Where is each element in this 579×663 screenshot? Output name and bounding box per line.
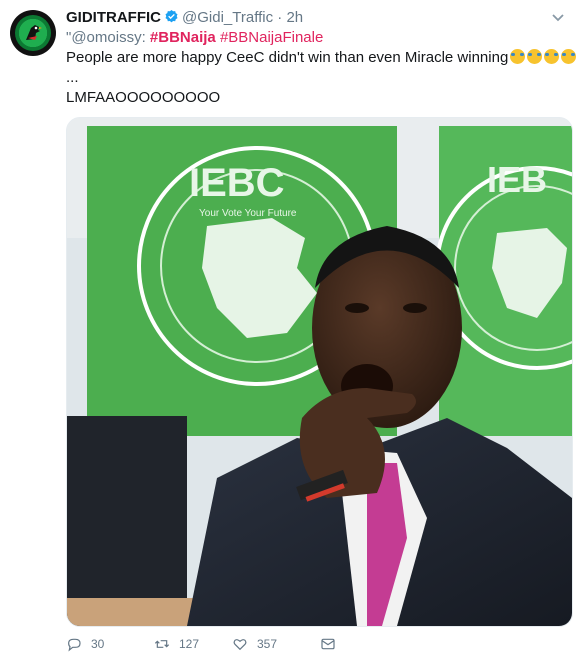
quote-line: "@omoissy: #BBNaija #BBNaijaFinale bbox=[66, 28, 566, 48]
hashtag-bbnaijafinale[interactable]: #BBNaijaFinale bbox=[220, 29, 323, 46]
author-name[interactable]: GIDITRAFFIC bbox=[66, 9, 161, 26]
last-line: LMFAAOOOOOOOOO bbox=[66, 89, 221, 106]
iebc-sign-text: IEBC bbox=[189, 161, 285, 205]
tweet: GIDITRAFFIC @Gidi_Traffic · 2h "@omoissy:… bbox=[0, 0, 579, 663]
like-count: 357 bbox=[257, 637, 278, 651]
envelope-icon bbox=[321, 638, 335, 650]
iebc-sign-subtext: Your Vote Your Future bbox=[199, 208, 297, 219]
reply-button[interactable]: 30 bbox=[66, 636, 154, 652]
direct-message-button[interactable] bbox=[320, 636, 345, 652]
verified-badge-icon bbox=[165, 9, 178, 23]
avatar[interactable] bbox=[10, 10, 56, 56]
tears-of-joy-emoji-icon bbox=[561, 49, 577, 64]
text-line: People are more happy CeeC didn't win th… bbox=[66, 48, 577, 68]
photo-illustration: IEBC Your Vote Your Future IEB bbox=[67, 118, 572, 626]
reply-count: 30 bbox=[91, 637, 105, 651]
tweet-timestamp[interactable]: 2h bbox=[286, 9, 303, 26]
author-handle[interactable]: @Gidi_Traffic bbox=[182, 9, 273, 26]
tears-of-joy-emoji-icon bbox=[544, 49, 560, 64]
heart-icon bbox=[233, 639, 247, 651]
like-button[interactable]: 357 bbox=[232, 636, 320, 652]
retweet-icon bbox=[154, 640, 170, 648]
svg-text:IEB: IEB bbox=[487, 159, 547, 200]
bird-logo-icon bbox=[26, 25, 42, 40]
chevron-down-icon[interactable] bbox=[551, 10, 565, 24]
reply-icon bbox=[68, 638, 81, 652]
tweet-text: "@omoissy: #BBNaija #BBNaijaFinale Peopl… bbox=[66, 28, 577, 108]
tears-of-joy-emoji-icon bbox=[527, 49, 543, 64]
tweet-header: GIDITRAFFIC @Gidi_Traffic · 2h bbox=[66, 8, 303, 28]
retweet-count: 127 bbox=[179, 637, 200, 651]
retweet-button[interactable]: 127 bbox=[154, 636, 232, 652]
hashtag-bbnaija[interactable]: #BBNaija bbox=[150, 29, 216, 46]
ellipsis-line: ... bbox=[66, 69, 79, 86]
tweet-text-main: People are more happy CeeC didn't win th… bbox=[66, 49, 509, 66]
tears-of-joy-emoji-icon bbox=[510, 49, 526, 64]
tweet-photo[interactable]: IEBC Your Vote Your Future IEB bbox=[66, 117, 573, 627]
quote-prefix: "@omoissy: bbox=[66, 29, 150, 46]
separator-dot: · bbox=[277, 9, 283, 26]
tweet-actions: 30 127 357 bbox=[66, 633, 345, 655]
